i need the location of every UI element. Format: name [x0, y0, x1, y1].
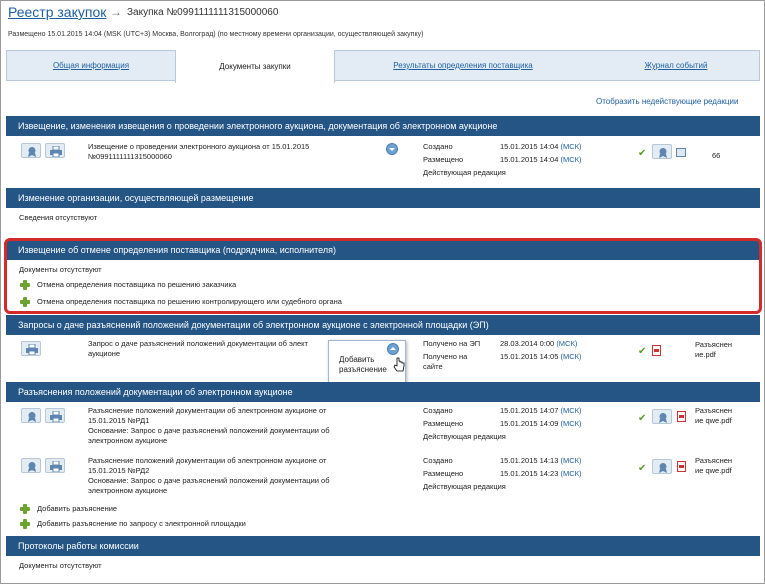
clarification-1-created-date: 15.01.2015 14:07 (МСК): [500, 406, 582, 415]
section-notice-header: Извещение, изменения извещения о проведе…: [6, 116, 760, 136]
received-site-label: Получено на сайте: [423, 352, 468, 371]
received-site-date: 15.01.2015 14:05 (МСК): [500, 352, 582, 361]
seal-button[interactable]: [21, 458, 41, 473]
notice-edition-status: Действующая редакция: [423, 168, 506, 177]
tab-supplier-results[interactable]: Результаты определения поставщика: [335, 51, 591, 81]
show-inactive-editions-link[interactable]: Отобразить недействующие редакции: [596, 97, 738, 106]
clarification-1-placed-date: 15.01.2015 14:09 (МСК): [500, 419, 582, 428]
document-icon[interactable]: [676, 148, 686, 157]
protocols-empty-text: Документы отсутствуют: [19, 561, 102, 570]
clarification-2-placed-label: Размещено: [423, 469, 464, 478]
breadcrumb-registry-link[interactable]: Реестр закупок: [8, 4, 106, 20]
section-protocols-header: Протоколы работы комиссии: [6, 536, 760, 556]
tab-general-info[interactable]: Общая информация: [7, 51, 175, 81]
printer-icon: [50, 461, 62, 472]
procurement-title: Закупка №0991111111315000060: [127, 7, 279, 18]
hand-cursor-icon: [393, 357, 405, 372]
clarification-2-placed-date: 15.01.2015 14:23 (МСК): [500, 469, 582, 478]
seal-icon: [28, 462, 36, 472]
add-plus-icon: [20, 519, 30, 529]
seal-button[interactable]: [652, 144, 672, 159]
seal-icon: [659, 463, 667, 473]
clarification-2-created-label: Создано: [423, 456, 453, 465]
placed-info: Размещено 15.01.2015 14:04 (MSK (UTC+3) …: [8, 31, 424, 38]
section-org-change-header: Изменение организации, осуществляющей ра…: [6, 188, 760, 208]
notice-created-label: Создано: [423, 142, 453, 151]
seal-icon: [28, 147, 36, 157]
tab-event-log[interactable]: Журнал событий: [591, 51, 761, 81]
pdf-icon[interactable]: [677, 461, 686, 472]
add-clarification-popup[interactable]: Добавить разъяснение: [328, 340, 406, 383]
print-button[interactable]: [45, 408, 65, 423]
received-ep-date: 28.03.2014 0:00 (МСК): [500, 339, 578, 348]
signed-check-icon: ✔: [638, 148, 647, 159]
seal-button[interactable]: [652, 409, 672, 424]
request-file-link[interactable]: Разъяснен ие.pdf: [695, 340, 732, 360]
clarification-2-description: Разъяснение положений документации об эл…: [88, 456, 330, 495]
clarification-2-file-link[interactable]: Разъяснен ие qwe.pdf: [695, 456, 732, 476]
print-button[interactable]: [21, 341, 41, 356]
add-plus-icon: [20, 504, 30, 514]
seal-icon: [659, 148, 667, 158]
print-button[interactable]: [45, 143, 65, 158]
tab-bar: Общая информация Документы закупки Резул…: [6, 50, 761, 83]
pdf-icon[interactable]: [677, 411, 686, 422]
add-clarification-link[interactable]: Добавить разъяснение: [37, 504, 117, 514]
request-description: Запрос о даче разъяснений положений доку…: [88, 339, 308, 358]
seal-button[interactable]: [21, 143, 41, 158]
notice-created-date: 15.01.2015 14:04 (МСК): [500, 142, 582, 151]
signed-check-icon: ✔: [638, 463, 647, 474]
signed-check-icon: ✔: [638, 346, 647, 357]
clarification-1-file-link[interactable]: Разъяснен ие qwe.pdf: [695, 406, 732, 426]
pdf-icon[interactable]: [652, 345, 661, 356]
received-ep-label: Получено на ЭП: [423, 339, 481, 348]
clarification-1-placed-label: Размещено: [423, 419, 464, 428]
notice-description: Извещение о проведении электронного аукц…: [88, 142, 310, 161]
clarification-1-edition: Действующая редакция: [423, 432, 506, 441]
notice-placed-label: Размещено: [423, 155, 464, 164]
clarification-1-created-label: Создано: [423, 406, 453, 415]
printer-icon: [26, 344, 38, 355]
tab-procurement-documents[interactable]: Документы закупки: [175, 50, 335, 83]
printer-icon: [50, 146, 62, 157]
breadcrumb-arrow-icon: →: [110, 5, 122, 19]
print-button[interactable]: [45, 458, 65, 473]
section-clarifications-header: Разъяснения положений документации об эл…: [6, 382, 760, 402]
printer-icon: [50, 411, 62, 422]
add-clarification-menu-item[interactable]: Добавить разъяснение: [339, 355, 387, 375]
seal-button[interactable]: [21, 408, 41, 423]
clarification-1-description: Разъяснение положений документации об эл…: [88, 406, 330, 445]
clarification-2-edition: Действующая редакция: [423, 482, 506, 491]
signed-check-icon: ✔: [638, 413, 647, 424]
seal-icon: [659, 413, 667, 423]
seal-button[interactable]: [652, 459, 672, 474]
expand-notice-icon[interactable]: [386, 143, 398, 155]
seal-icon: [28, 412, 36, 422]
collapse-icon[interactable]: [387, 343, 399, 355]
notice-placed-date: 15.01.2015 14:04 (МСК): [500, 155, 582, 164]
clarification-2-created-date: 15.01.2015 14:13 (МСК): [500, 456, 582, 465]
org-change-empty-text: Сведения отсутствуют: [19, 213, 98, 222]
add-clarification-from-ep-link[interactable]: Добавить разъяснение по запросу с электр…: [37, 519, 246, 529]
highlight-frame: [4, 238, 762, 314]
notice-count-link[interactable]: 66: [712, 151, 720, 161]
section-requests-header: Запросы о даче разъяснений положений док…: [6, 315, 760, 335]
